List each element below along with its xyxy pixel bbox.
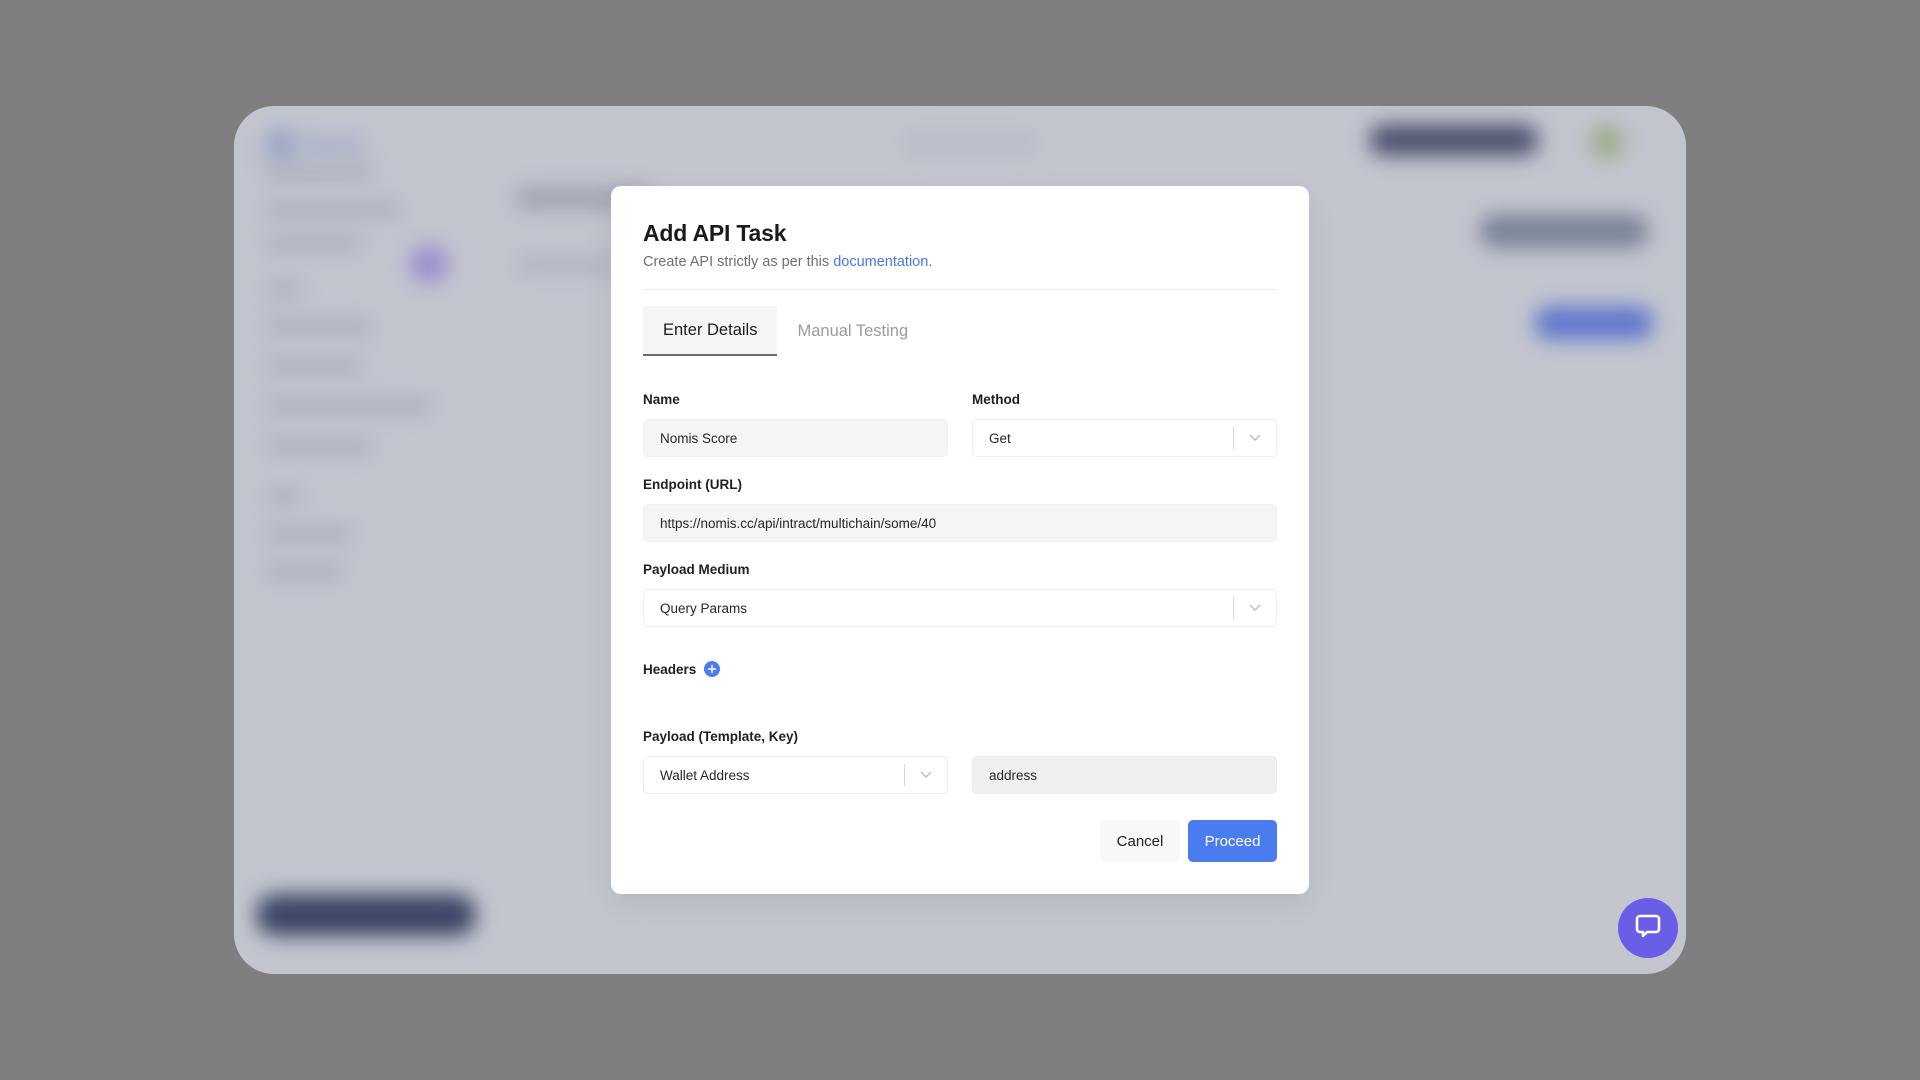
payload-template-select[interactable]: Wallet Address: [643, 756, 948, 794]
chevron-down-icon[interactable]: [905, 757, 947, 793]
modal-tabs: Enter Details Manual Testing: [643, 306, 1277, 356]
payload-field-group: Payload (Template, Key) Wallet Address a…: [643, 727, 1277, 794]
user-avatar: [1589, 124, 1625, 160]
subtitle-text: Create API strictly as per this: [643, 254, 834, 270]
page-tab: [514, 254, 624, 276]
endpoint-label: Endpoint (URL): [643, 477, 742, 492]
sidebar-item: [264, 438, 374, 454]
payload-key-input[interactable]: address: [972, 756, 1277, 794]
payload-medium-select-value: Query Params: [660, 600, 748, 616]
payload-label: Payload (Template, Key): [643, 729, 799, 744]
sidebar-badge: [409, 244, 449, 284]
payload-medium-select[interactable]: Query Params: [643, 589, 1277, 627]
method-field-group: Method Get: [972, 390, 1277, 457]
chevron-down-icon[interactable]: [1234, 590, 1276, 626]
name-field-group: Name Nomis Score: [643, 390, 948, 457]
top-search-bar: [899, 126, 1039, 160]
sidebar-section-label: [264, 281, 304, 297]
sidebar-item: [264, 236, 364, 252]
sidebar-item: [264, 202, 404, 218]
sidebar-item-active: [264, 398, 434, 414]
chat-widget-button[interactable]: [1618, 898, 1678, 958]
endpoint-field-group: Endpoint (URL) https://nomis.cc/api/intr…: [643, 475, 1277, 542]
modal-subtitle: Create API strictly as per this document…: [643, 252, 1277, 272]
sidebar-item: [264, 526, 354, 542]
payload-medium-label: Payload Medium: [643, 562, 750, 577]
add-api-task-modal: Add API Task Create API strictly as per …: [611, 186, 1309, 894]
header-divider: [643, 289, 1277, 290]
subtitle-period: .: [928, 254, 933, 270]
method-label: Method: [972, 392, 1020, 407]
tab-enter-details[interactable]: Enter Details: [643, 306, 778, 356]
proceed-button[interactable]: Proceed: [1188, 820, 1277, 862]
sidebar-item: [264, 358, 364, 374]
chevron-down-icon[interactable]: [1234, 420, 1276, 456]
method-select[interactable]: Get: [972, 419, 1277, 457]
top-wallet-button: [1369, 124, 1539, 156]
chat-bubble-icon: [1633, 911, 1663, 946]
header-action-button: [1479, 214, 1649, 248]
payload-template-value: Wallet Address: [660, 767, 750, 783]
name-input[interactable]: Nomis Score: [643, 419, 948, 457]
sidebar-item: [264, 318, 374, 334]
documentation-link[interactable]: documentation: [833, 254, 928, 270]
modal-title: Add API Task: [643, 220, 787, 246]
sidebar-item: [264, 564, 344, 580]
api-task-form: Name Nomis Score Method Get Endpoint (UR…: [643, 390, 1277, 794]
sidebar-item: [264, 164, 374, 180]
endpoint-input[interactable]: https://nomis.cc/api/intract/multichain/…: [643, 504, 1277, 542]
cancel-button[interactable]: Cancel: [1100, 820, 1180, 862]
plus-circle-icon[interactable]: [704, 661, 721, 677]
app-logo-text: [296, 134, 366, 158]
headers-row: Headers: [643, 661, 1277, 677]
name-label: Name: [643, 392, 680, 407]
tab-manual-testing[interactable]: Manual Testing: [777, 306, 928, 356]
primary-action-button: [1534, 306, 1654, 340]
sidebar-section-label: [264, 488, 304, 504]
app-logo-icon: [264, 128, 300, 164]
modal-actions: Cancel Proceed: [1100, 820, 1277, 862]
headers-label: Headers: [643, 661, 697, 677]
method-select-value: Get: [989, 430, 1011, 446]
sidebar-cta-button: [256, 894, 476, 936]
payload-medium-field-group: Payload Medium Query Params: [643, 560, 1277, 627]
